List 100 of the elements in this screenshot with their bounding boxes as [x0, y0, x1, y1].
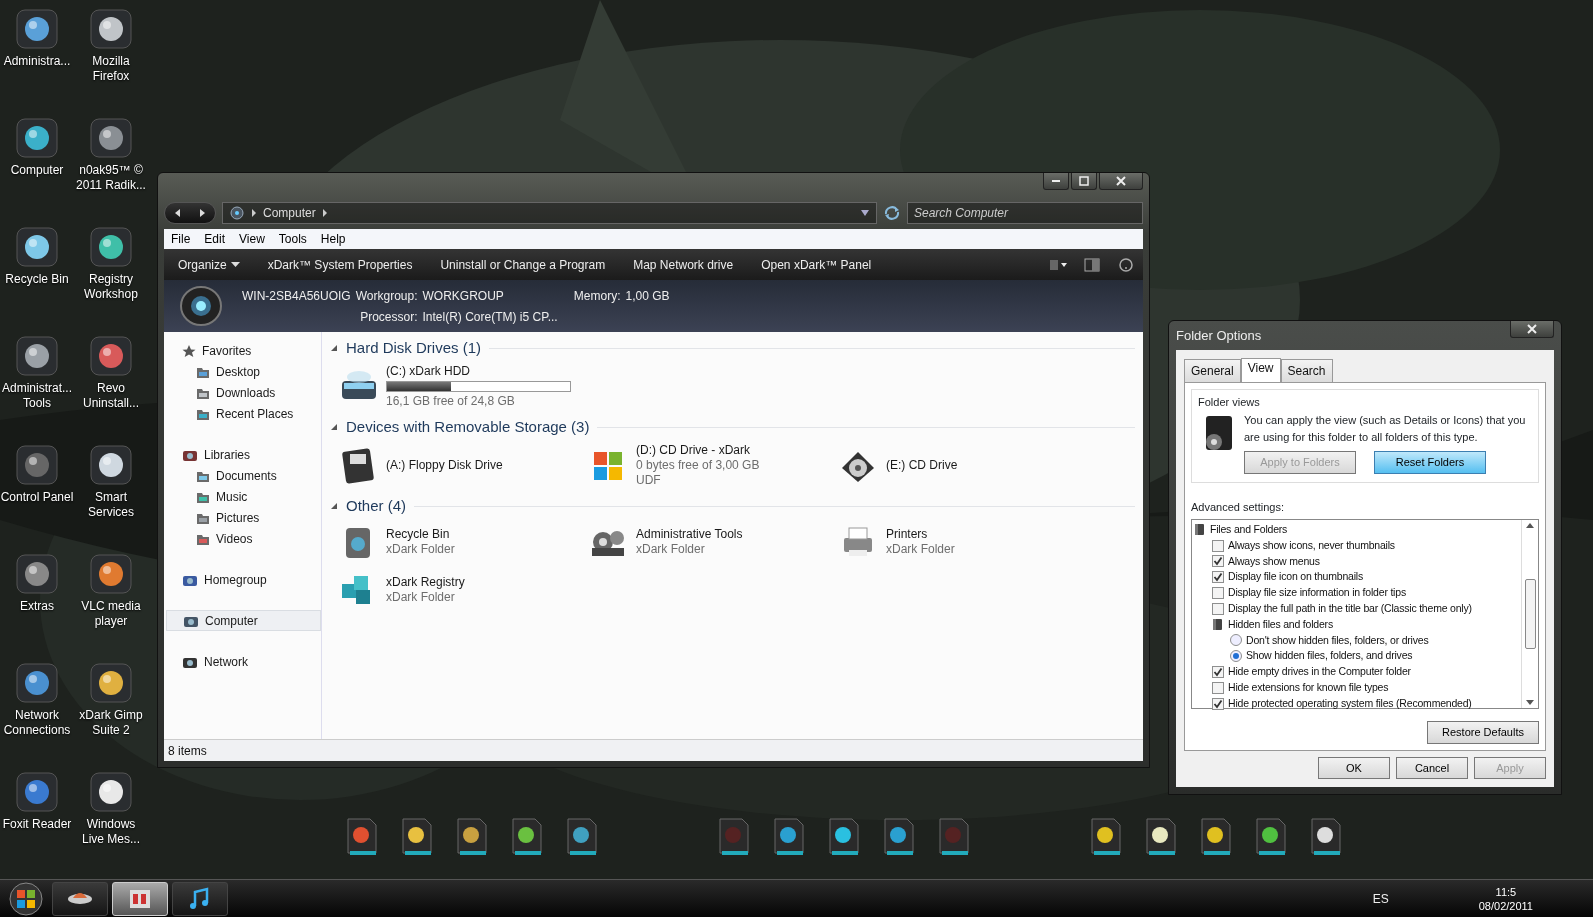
checkbox[interactable] — [1212, 681, 1224, 694]
checkbox[interactable] — [1212, 539, 1224, 552]
toolbar-button[interactable]: Open xDark™ Panel — [747, 255, 886, 274]
tab[interactable]: Search — [1280, 358, 1333, 382]
checkbox[interactable] — [1212, 571, 1224, 584]
checkbox[interactable] — [1212, 666, 1224, 679]
preview-pane-icon[interactable] — [1081, 256, 1103, 273]
scrollbar[interactable] — [1521, 520, 1538, 708]
toolbar-button[interactable]: Uninstall or Change a Program — [426, 255, 620, 274]
icon-label: n0ak95™ © 2011 Radik... — [75, 163, 147, 193]
item-name[interactable]: Printers — [886, 527, 955, 542]
checkbox[interactable] — [1212, 602, 1224, 615]
icon-label: VLC media player — [80, 599, 142, 629]
field-value: Intel(R) Core(TM) i5 CP... — [422, 308, 559, 326]
toolbar-button[interactable]: Organize — [164, 255, 254, 274]
close-button[interactable] — [1099, 173, 1143, 190]
nav-item[interactable]: Desktop — [166, 361, 321, 382]
icon-label: Recycle Bin — [4, 272, 70, 287]
icon-label: Registry Workshop — [83, 272, 139, 302]
tab[interactable]: View — [1240, 357, 1281, 383]
computer-name: WIN-2SB4A56UOIG — [242, 287, 351, 305]
group-header[interactable]: Devices with Removable Storage (3) — [346, 415, 590, 439]
setting-label[interactable]: Hide empty drives in the Computer folder — [1228, 664, 1411, 680]
scroll-up-icon[interactable] — [1526, 523, 1534, 528]
scroll-down-icon[interactable] — [1526, 700, 1534, 705]
item-name[interactable]: xDark Registry — [386, 575, 465, 590]
radio-button[interactable] — [1230, 634, 1242, 647]
computer-icon — [229, 206, 245, 220]
item-name[interactable]: Recycle Bin — [386, 527, 455, 542]
dialog-button[interactable]: Cancel — [1396, 756, 1468, 779]
radio-button[interactable] — [1230, 650, 1242, 663]
menu-item[interactable]: Tools — [271, 230, 314, 248]
nav-item[interactable]: Libraries — [166, 444, 321, 465]
nav-item[interactable]: Pictures — [166, 507, 321, 528]
chevron-icon — [321, 209, 328, 217]
dialog-button[interactable]: OK — [1318, 756, 1390, 779]
group-header[interactable]: Other (4) — [346, 494, 406, 518]
item-name[interactable]: (A:) Floppy Disk Drive — [386, 458, 503, 473]
minimize-button[interactable] — [1043, 173, 1069, 190]
restore-defaults-button[interactable]: Restore Defaults — [1427, 721, 1539, 744]
icon-label: Administrat... Tools — [1, 381, 73, 411]
dialog-button[interactable]: Reset Folders — [1374, 451, 1486, 474]
taskbar-button[interactable] — [52, 881, 108, 916]
minimize-icon — [1052, 180, 1060, 182]
nav-item[interactable]: Computer — [166, 610, 321, 631]
menu-item[interactable]: Edit — [197, 230, 233, 248]
dropdown-icon[interactable] — [860, 209, 870, 217]
checkbox[interactable] — [1212, 697, 1224, 710]
nav-item[interactable]: Documents — [166, 465, 321, 486]
item-detail: UDF — [636, 473, 662, 488]
address-bar[interactable]: Computer — [222, 202, 877, 224]
toolbar-button[interactable]: xDark™ System Properties — [253, 255, 427, 274]
search-field[interactable]: Search Computer — [907, 202, 1143, 224]
collapse-arrow-icon[interactable] — [330, 502, 338, 510]
status-bar: 8 items — [164, 739, 1143, 761]
item-detail: 16,1 GB free of 24,8 GB — [386, 394, 516, 409]
setting-label[interactable]: Hide extensions for known file types — [1228, 680, 1389, 696]
nav-item[interactable]: Music — [166, 486, 321, 507]
menu-item[interactable]: File — [164, 230, 198, 248]
breadcrumb-item[interactable]: Computer — [263, 204, 316, 222]
tab[interactable]: General — [1184, 358, 1241, 382]
setting-label[interactable]: Display file size information in folder tips — [1228, 585, 1406, 601]
toolbar-button[interactable]: Map Network drive — [619, 255, 748, 274]
checkbox[interactable] — [1212, 587, 1224, 600]
nav-item[interactable]: Homegroup — [166, 569, 321, 590]
icon-label: Mozilla Firefox — [91, 54, 131, 84]
group-header[interactable]: Hard Disk Drives (1) — [346, 336, 481, 360]
taskbar-button[interactable] — [172, 881, 228, 916]
collapse-arrow-icon[interactable] — [330, 344, 338, 352]
maximize-button[interactable] — [1071, 173, 1097, 190]
setting-label[interactable]: Don't show hidden files, folders, or drives — [1246, 632, 1429, 649]
nav-item[interactable]: Downloads — [166, 382, 321, 403]
setting-label[interactable]: Hide protected operating system files (Recommended) — [1228, 695, 1472, 712]
clock[interactable]: 11:5 08/02/2011 — [1478, 884, 1533, 913]
item-detail: 0 bytes free of 3,00 GB — [636, 458, 760, 473]
item-name[interactable]: (C:) xDark HDD — [386, 364, 571, 379]
nav-item[interactable]: Recent Places — [166, 403, 321, 424]
scroll-thumb[interactable] — [1524, 579, 1536, 649]
nav-item[interactable]: Network — [166, 651, 321, 672]
setting-label[interactable]: Always show icons, never thumbnails — [1228, 537, 1395, 554]
nav-item[interactable]: Favorites — [166, 340, 321, 361]
back-forward-buttons[interactable] — [164, 202, 216, 224]
setting-label[interactable]: Display the full path in the title bar (Classic theme only) — [1228, 601, 1472, 617]
icon-label: Extras — [19, 599, 55, 614]
menu-item[interactable]: Help — [313, 230, 353, 248]
refresh-icon[interactable] — [883, 205, 901, 221]
item-name[interactable]: (D:) CD Drive - xDark — [636, 443, 760, 458]
nav-item[interactable]: Videos — [166, 528, 321, 549]
description-text: You can apply the view (such as Details or Icons) that you are using for this folder to all folders of this type. — [1244, 413, 1527, 445]
menu-item[interactable]: View — [232, 230, 272, 248]
item-name[interactable]: Administrative Tools — [636, 527, 743, 542]
collapse-arrow-icon[interactable] — [330, 423, 338, 431]
setting-label[interactable]: Display file icon on thumbnails — [1228, 569, 1364, 586]
close-button[interactable] — [1510, 321, 1554, 338]
setting-group: Hidden files and folders — [1228, 616, 1333, 633]
checkbox[interactable] — [1212, 555, 1224, 568]
language-indicator[interactable]: ES — [1372, 889, 1389, 908]
setting-label[interactable]: Show hidden files, folders, and drives — [1246, 648, 1413, 665]
item-name[interactable]: (E:) CD Drive — [886, 458, 958, 473]
setting-label[interactable]: Always show menus — [1228, 553, 1320, 570]
